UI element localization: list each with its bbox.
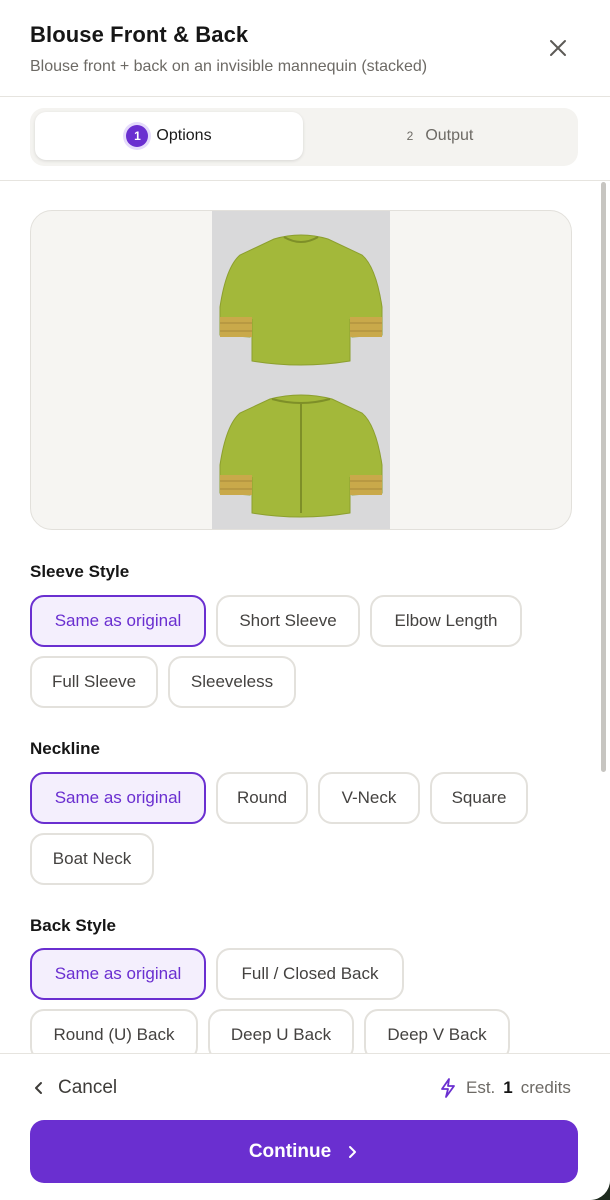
cancel-button[interactable]: Cancel	[32, 1076, 117, 1100]
neckline-option-v-neck[interactable]: V-Neck	[318, 772, 420, 824]
step-number-badge: 1	[126, 125, 149, 147]
step-number: 2	[406, 129, 414, 143]
sleeve-option-full-sleeve[interactable]: Full Sleeve	[30, 656, 158, 708]
blouse-back-shape	[219, 394, 383, 518]
chevron-right-icon	[349, 1145, 357, 1158]
back-option-full-closed-back[interactable]: Full / Closed Back	[216, 948, 404, 1000]
neckline-label: Neckline	[30, 739, 100, 758]
dialog-header: Blouse Front & Back Blouse front + back …	[0, 0, 610, 97]
dialog-footer: Cancel Est. 1 credits Continue	[0, 1053, 610, 1200]
stepper-section: 1 Options 2 Output	[0, 97, 610, 181]
continue-label: Continue	[248, 1140, 332, 1162]
cancel-label: Cancel	[58, 1077, 118, 1098]
neckline-option-round[interactable]: Round	[216, 772, 308, 824]
sleeve-style-label: Sleeve Style	[30, 562, 130, 581]
blouse-front-shape	[219, 234, 383, 366]
credits-suffix: credits	[520, 1078, 571, 1097]
preview-card	[30, 210, 572, 530]
step-options[interactable]: 1 Options	[35, 112, 303, 160]
options-scroll-area[interactable]: Sleeve Style Same as original Short Slee…	[0, 182, 610, 1053]
close-icon	[550, 40, 566, 56]
sleeve-option-short-sleeve[interactable]: Short Sleeve	[216, 595, 360, 647]
continue-button[interactable]: Continue	[30, 1120, 578, 1183]
step-label: Options	[156, 127, 212, 144]
blouse-preview-image	[212, 211, 390, 529]
sleeve-option-sleeveless[interactable]: Sleeveless	[168, 656, 296, 708]
chevron-left-icon	[35, 1082, 42, 1094]
stepper: 1 Options 2 Output	[30, 108, 578, 166]
scrollbar-thumb[interactable]	[601, 182, 606, 772]
neckline-option-square[interactable]: Square	[430, 772, 528, 824]
dialog-subtitle: Blouse front + back on an invisible mann…	[30, 58, 428, 75]
neckline-option-same-as-original[interactable]: Same as original	[30, 772, 206, 824]
neckline-option-boat-neck[interactable]: Boat Neck	[30, 833, 154, 885]
dialog-title: Blouse Front & Back	[30, 22, 249, 47]
credits-estimate: Est. 1 credits	[438, 1076, 571, 1100]
back-option-deep-u-back[interactable]: Deep U Back	[208, 1009, 354, 1053]
blouse-illustration	[219, 234, 383, 518]
credits-value: 1	[503, 1078, 513, 1097]
credits-prefix: Est.	[466, 1078, 496, 1097]
lightning-icon	[441, 1078, 455, 1098]
back-option-deep-v-back[interactable]: Deep V Back	[364, 1009, 510, 1053]
back-option-same-as-original[interactable]: Same as original	[30, 948, 206, 1000]
sleeve-option-elbow-length[interactable]: Elbow Length	[370, 595, 522, 647]
dialog-panel: Blouse Front & Back Blouse front + back …	[0, 0, 610, 1200]
back-option-round-u-back[interactable]: Round (U) Back	[30, 1009, 198, 1053]
step-output[interactable]: 2 Output	[306, 112, 574, 160]
step-label: Output	[425, 127, 474, 144]
close-button[interactable]	[544, 34, 572, 62]
sleeve-option-same-as-original[interactable]: Same as original	[30, 595, 206, 647]
back-style-label: Back Style	[30, 916, 116, 935]
